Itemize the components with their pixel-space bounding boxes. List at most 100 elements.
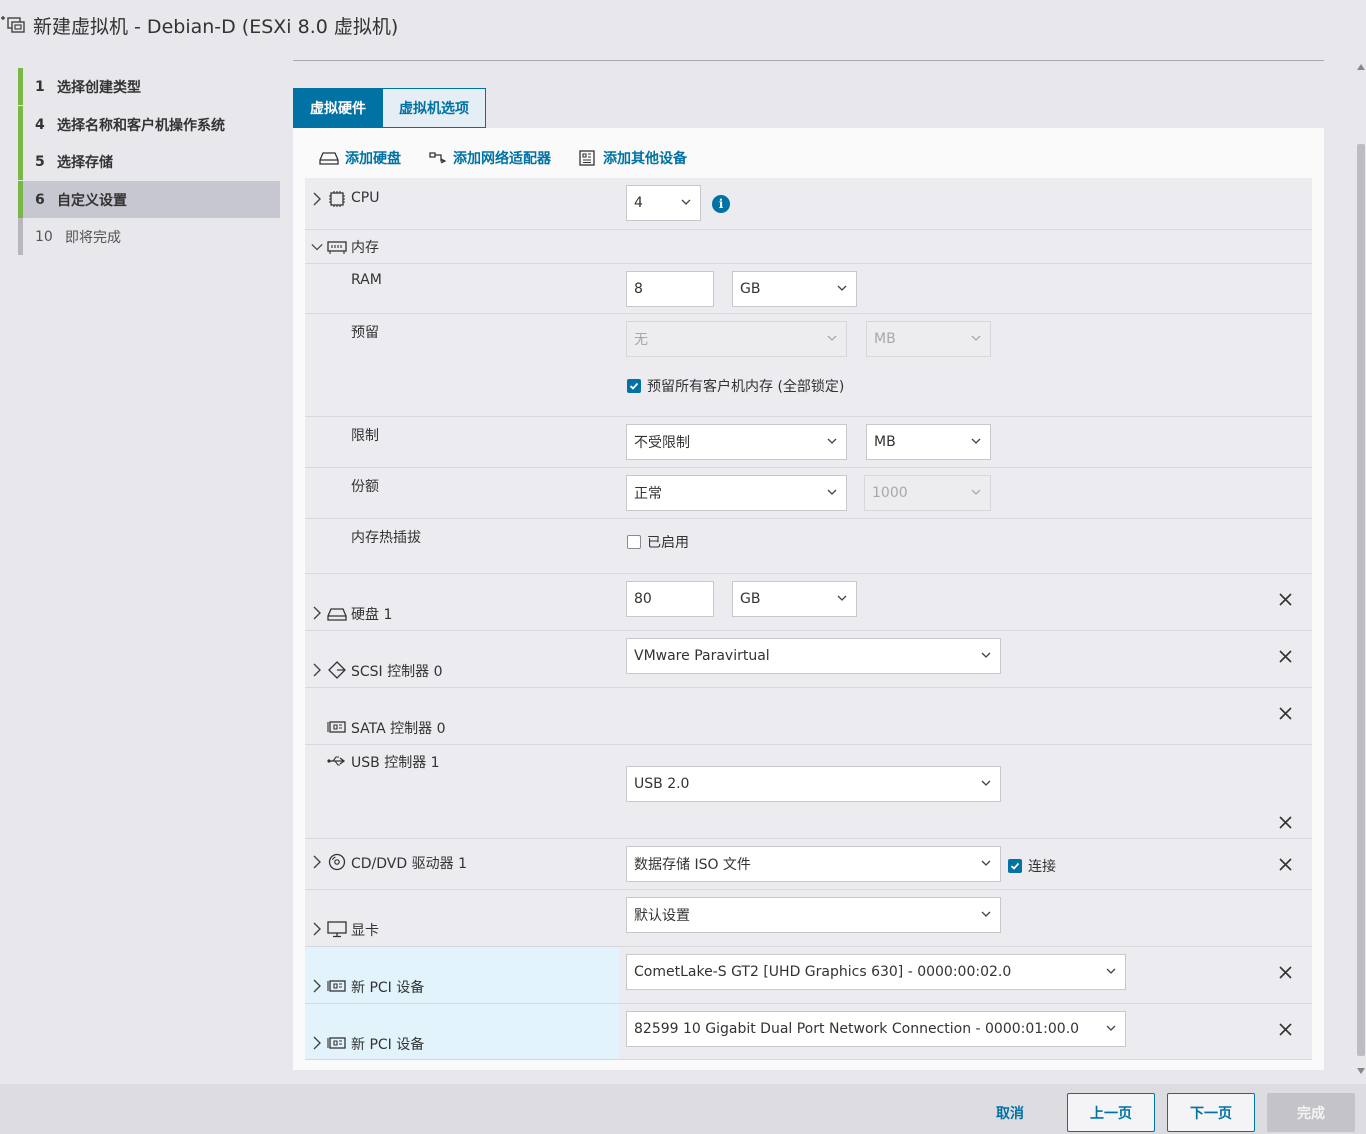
tab-vm-options[interactable]: 虚拟机选项 [383, 88, 486, 128]
chevron-down-icon [1106, 968, 1116, 974]
pci-device-2-select[interactable]: 82599 10 Gigabit Dual Port Network Conne… [626, 1011, 1126, 1047]
remove-pci-1-close-icon[interactable] [1279, 966, 1292, 979]
hard-disk-icon [327, 608, 347, 621]
usb-type-select[interactable]: USB 2.0 [626, 766, 1001, 802]
chevron-right-icon[interactable] [311, 922, 323, 936]
step-select-storage[interactable]: 5 选择存储 [18, 143, 280, 180]
step-select-name-os[interactable]: 4 选择名称和客户机操作系统 [18, 106, 280, 143]
wizard-footer: 取消 上一页 下一页 完成 [0, 1084, 1366, 1134]
ram-unit-select[interactable]: GB [732, 271, 857, 307]
reservation-unit-value: MB [874, 331, 896, 347]
cd-dvd-connect-label: 连接 [1028, 859, 1056, 875]
shares-number-select[interactable]: 1000 [864, 475, 991, 511]
checkbox-checked[interactable] [627, 379, 641, 393]
memory-icon [327, 241, 347, 254]
back-button[interactable]: 上一页 [1067, 1093, 1155, 1132]
row-video-card: 显卡 默认设置 [305, 890, 1312, 947]
step-ready-to-complete[interactable]: 10 即将完成 [18, 218, 280, 255]
cpu-count-select[interactable]: 4 [626, 185, 701, 221]
remove-hard-disk-close-icon[interactable] [1279, 593, 1292, 606]
remove-usb-close-icon[interactable] [1279, 816, 1292, 829]
cancel-button[interactable]: 取消 [978, 1093, 1042, 1132]
video-settings-select[interactable]: 默认设置 [626, 897, 1001, 933]
sata-controller-label: SATA 控制器 0 [351, 721, 446, 737]
window-title: 新建虚拟机 - Debian-D (ESXi 8.0 虚拟机) [33, 16, 399, 38]
row-scsi-controller: SCSI 控制器 0 VMware Paravirtual [305, 631, 1312, 688]
cpu-icon [329, 191, 345, 207]
chevron-right-icon[interactable] [311, 1036, 323, 1050]
divider [293, 60, 1324, 61]
scsi-controller-label: SCSI 控制器 0 [351, 664, 443, 680]
scroll-down-icon[interactable] [1356, 1066, 1366, 1076]
step-number: 4 [35, 116, 45, 133]
next-button[interactable]: 下一页 [1167, 1093, 1255, 1132]
memory-hotplug-label: 内存热插拔 [351, 530, 421, 546]
shares-value: 正常 [634, 486, 662, 502]
add-other-device-label: 添加其他设备 [603, 151, 687, 167]
chevron-down-icon [837, 285, 847, 291]
scsi-type-select[interactable]: VMware Paravirtual [626, 638, 1001, 674]
pci-device-1-select[interactable]: CometLake-S GT2 [UHD Graphics 630] - 000… [626, 954, 1126, 990]
limit-select[interactable]: 不受限制 [626, 424, 847, 460]
reservation-value: 无 [634, 332, 648, 348]
tab-virtual-hardware[interactable]: 虚拟硬件 [293, 88, 383, 128]
cpu-count-value: 4 [634, 195, 643, 211]
remove-sata-close-icon[interactable] [1279, 707, 1292, 720]
video-card-label: 显卡 [351, 923, 379, 939]
remove-pci-2-close-icon[interactable] [1279, 1023, 1292, 1036]
monitor-icon [327, 921, 347, 938]
memory-label: 内存 [351, 240, 379, 256]
chevron-right-icon[interactable] [311, 979, 323, 993]
shares-select[interactable]: 正常 [626, 475, 847, 511]
hard-disk-size-input[interactable]: 80 [626, 581, 714, 617]
cd-dvd-connect-checkbox[interactable]: 连接 [1008, 856, 1056, 876]
ram-unit-value: GB [740, 281, 761, 297]
row-cpu: CPU 4 i [305, 178, 1312, 230]
usb-controller-label: USB 控制器 1 [351, 755, 440, 771]
step-select-creation-type[interactable]: 1 选择创建类型 [18, 68, 280, 105]
ram-size-input[interactable]: 8 [626, 271, 714, 307]
limit-label: 限制 [351, 428, 379, 444]
chevron-down-icon[interactable] [311, 240, 323, 254]
reservation-select[interactable]: 无 [626, 321, 847, 357]
checkmark-icon [629, 382, 639, 390]
hardware-table: CPU 4 i 内存 RAM 8 GB 预留 无 MB 预留所有客户机内存 (全… [305, 178, 1312, 1060]
checkbox-unchecked[interactable] [627, 535, 641, 549]
add-other-device-button[interactable]: 添加其他设备 [577, 148, 687, 168]
chevron-down-icon [981, 911, 991, 917]
chevron-down-icon [827, 335, 837, 341]
chevron-right-icon[interactable] [311, 606, 323, 620]
add-hard-disk-button[interactable]: 添加硬盘 [319, 148, 401, 168]
checkbox-checked[interactable] [1008, 859, 1022, 873]
content-area: 虚拟硬件 虚拟机选项 添加硬盘 添加网络适配器 添加其他设备 CPU 4 i 内… [281, 52, 1356, 1084]
scroll-up-icon[interactable] [1356, 62, 1366, 72]
step-customize-settings[interactable]: 6 自定义设置 [18, 181, 280, 218]
cd-dvd-media-select[interactable]: 数据存储 ISO 文件 [626, 846, 1001, 882]
reservation-unit-select[interactable]: MB [866, 321, 991, 357]
reserve-all-memory-checkbox[interactable]: 预留所有客户机内存 (全部锁定) [627, 376, 844, 396]
memory-hotplug-checkbox[interactable]: 已启用 [627, 532, 689, 552]
chevron-down-icon [1106, 1025, 1116, 1031]
hard-disk-unit-select[interactable]: GB [732, 581, 857, 617]
row-shares: 份额 正常 1000 [305, 468, 1312, 519]
shares-label: 份额 [351, 479, 379, 495]
limit-unit-select[interactable]: MB [866, 424, 991, 460]
chevron-right-icon[interactable] [311, 192, 323, 206]
remove-scsi-close-icon[interactable] [1279, 650, 1292, 663]
step-number: 6 [35, 191, 45, 208]
remove-cd-dvd-close-icon[interactable] [1279, 858, 1292, 871]
scrollbar-thumb[interactable] [1357, 144, 1365, 1056]
add-hard-disk-label: 添加硬盘 [345, 151, 401, 167]
cd-dvd-media-value: 数据存储 ISO 文件 [634, 857, 751, 873]
vertical-scrollbar[interactable] [1356, 60, 1366, 1080]
step-label: 选择存储 [57, 154, 113, 171]
chevron-right-icon[interactable] [311, 663, 323, 677]
chevron-right-icon[interactable] [311, 855, 323, 869]
add-network-adapter-button[interactable]: 添加网络适配器 [427, 148, 551, 168]
row-pci-device-2: 新 PCI 设备 82599 10 Gigabit Dual Port Netw… [305, 1004, 1312, 1060]
cd-dvd-icon [328, 853, 346, 871]
info-icon[interactable]: i [712, 195, 730, 213]
row-memory: 内存 [305, 230, 1312, 264]
pci-device-2-value: 82599 10 Gigabit Dual Port Network Conne… [634, 1021, 1080, 1037]
finish-button[interactable]: 完成 [1267, 1093, 1355, 1132]
